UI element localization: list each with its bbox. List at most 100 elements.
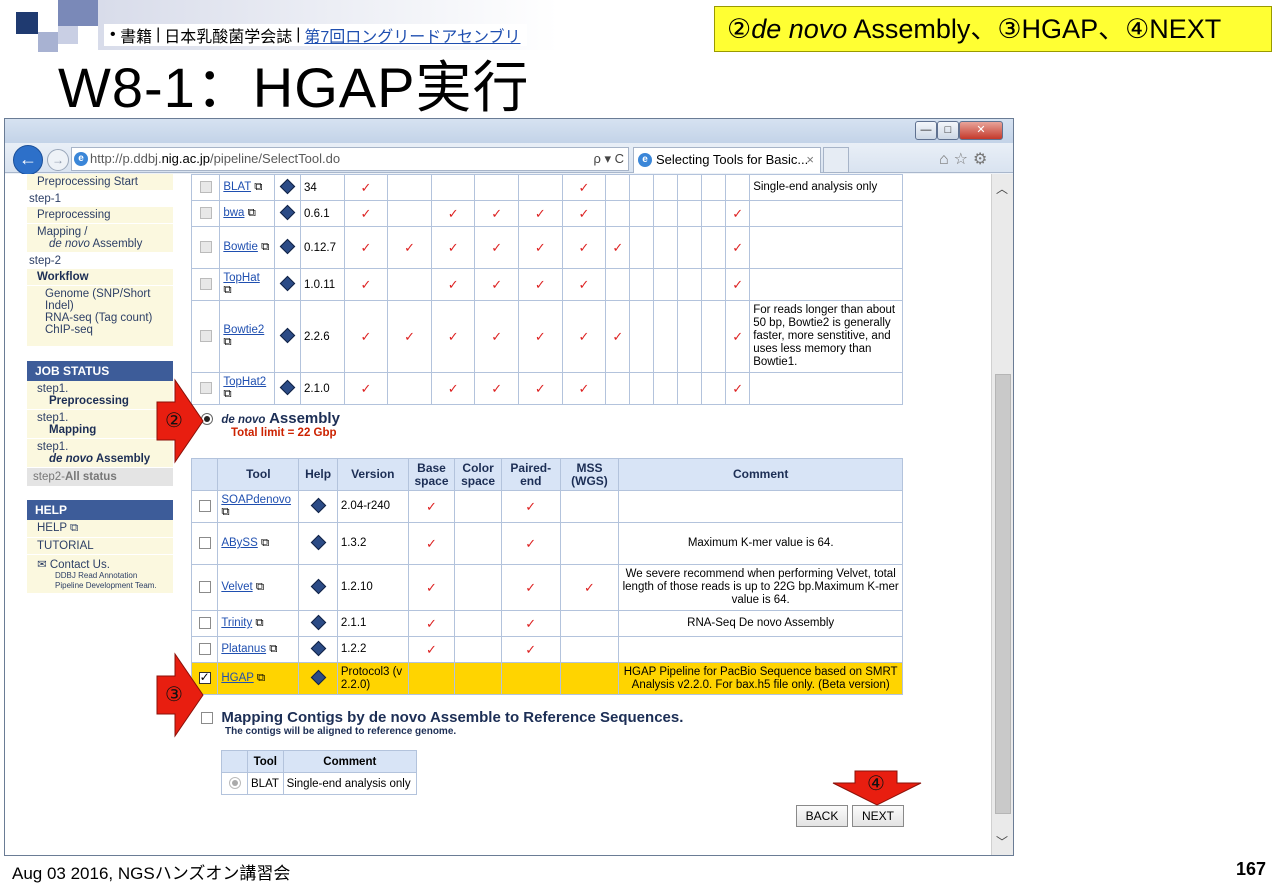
- tool-link[interactable]: BLAT: [223, 181, 251, 193]
- contact-link[interactable]: ✉ Contact Us. DDBJ Read Annotation Pipel…: [27, 555, 173, 594]
- col-header: Comment: [282, 750, 418, 773]
- tool-link[interactable]: HGAP: [221, 672, 253, 684]
- help-icon[interactable]: [310, 669, 326, 685]
- tool-link[interactable]: SOAPdenovo: [221, 494, 291, 506]
- sidebar-item-workflow: Workflow: [27, 269, 173, 286]
- col-header: Base space: [407, 458, 456, 491]
- sidebar-item-genome[interactable]: Genome (SNP/Short Indel): [45, 288, 167, 312]
- job-status-preprocessing[interactable]: step1. Preprocessing: [27, 381, 173, 410]
- tool-checkbox[interactable]: [199, 207, 212, 220]
- help-icon[interactable]: [310, 497, 326, 513]
- tick-cell: ✓: [500, 522, 561, 565]
- tool-checkbox[interactable]: [198, 537, 211, 550]
- tool-comment: [749, 226, 903, 269]
- source-link[interactable]: 第7回ロングリードアセンブリ: [304, 23, 520, 47]
- scroll-up-icon[interactable]: ︿: [996, 180, 1008, 197]
- tick-cell: ✓: [518, 372, 563, 405]
- tick-cell: ✓: [430, 268, 476, 301]
- sidebar-item-mapping[interactable]: Mapping / de novo Assembly: [27, 224, 173, 253]
- tool-checkbox[interactable]: [198, 617, 211, 630]
- tick-cell: [518, 174, 563, 201]
- scroll-down-icon[interactable]: ﹀: [996, 833, 1008, 850]
- tick-cell: ✓: [561, 200, 607, 227]
- help-icon[interactable]: [279, 275, 296, 291]
- external-link-icon: ⧉: [261, 241, 270, 253]
- table-row: TopHat ⧉ 1.0.11 ✓ ✓ ✓ ✓ ✓ ✓: [190, 268, 903, 301]
- tool-link[interactable]: Bowtie2: [223, 324, 264, 336]
- external-link-icon: ⧉: [255, 617, 264, 629]
- help-icon[interactable]: [310, 578, 326, 594]
- tool-link[interactable]: Trinity: [221, 617, 252, 629]
- sidebar-step-label: step-1: [27, 191, 173, 207]
- tool-link[interactable]: Bowtie: [223, 241, 258, 253]
- maximize-button[interactable]: □: [937, 121, 959, 140]
- external-link-icon: ⧉: [256, 672, 266, 684]
- tool-checkbox[interactable]: [199, 330, 212, 343]
- tab-close-icon[interactable]: ×: [806, 148, 814, 172]
- col-header: Paired-end: [500, 458, 561, 491]
- tick-cell: ✓: [430, 226, 476, 269]
- table-row: TopHat2 ⧉ 2.1.0 ✓ ✓ ✓ ✓ ✓ ✓: [190, 372, 903, 405]
- close-button[interactable]: ✕: [959, 121, 1003, 140]
- tool-checkbox[interactable]: [199, 241, 212, 254]
- back-button[interactable]: BACK: [796, 805, 848, 827]
- help-icon[interactable]: [279, 238, 296, 254]
- tick-cell: ✓: [430, 300, 476, 373]
- tool-checkbox[interactable]: [198, 500, 211, 513]
- home-star-gear-icons[interactable]: ⌂☆⚙: [939, 149, 992, 169]
- tool-link[interactable]: TopHat2: [223, 376, 266, 388]
- help-icon[interactable]: [310, 534, 326, 550]
- vertical-scrollbar[interactable]: ︿ ﹀: [991, 174, 1013, 855]
- help-icon[interactable]: [279, 327, 296, 343]
- tick-cell: ✓: [559, 564, 620, 611]
- tick-cell: [701, 268, 727, 301]
- new-tab-button[interactable]: [823, 147, 849, 173]
- tab-title: Selecting Tools for Basic...: [656, 152, 809, 167]
- tool-link[interactable]: Platanus: [221, 643, 266, 655]
- tick-cell: [677, 174, 703, 201]
- back-arrow-icon[interactable]: ←: [13, 145, 43, 175]
- blat-radio[interactable]: [228, 777, 241, 790]
- annotation-label-4: ④: [867, 773, 885, 795]
- help-icon[interactable]: [279, 379, 296, 395]
- help-icon[interactable]: [279, 204, 296, 220]
- tick-cell: [653, 200, 679, 227]
- tool-checkbox[interactable]: [199, 278, 212, 291]
- tool-link[interactable]: Velvet: [221, 581, 252, 593]
- sidebar-item-rnaseq[interactable]: RNA-seq (Tag count): [45, 312, 167, 324]
- sidebar-item-preprocessing-start[interactable]: Preprocessing Start: [27, 174, 173, 191]
- sidebar-item-chipseq[interactable]: ChIP-seq: [45, 324, 167, 344]
- minimize-button[interactable]: —: [915, 121, 937, 140]
- tutorial-link[interactable]: TUTORIAL: [27, 538, 173, 555]
- browser-tab[interactable]: e Selecting Tools for Basic... ×: [633, 147, 821, 173]
- tool-comment: [749, 268, 903, 301]
- forward-arrow-icon[interactable]: →: [47, 149, 69, 171]
- sidebar-item-preprocessing[interactable]: Preprocessing: [27, 207, 173, 224]
- search-refresh-icons[interactable]: ρ ▾ C: [593, 148, 624, 170]
- tool-link[interactable]: TopHat: [223, 272, 259, 284]
- address-bar[interactable]: e http://p.ddbj.nig.ac.jp/pipeline/Selec…: [71, 147, 629, 171]
- tick-cell: [559, 662, 620, 695]
- tick-cell: [605, 268, 631, 301]
- help-icon[interactable]: [279, 178, 296, 194]
- tool-link[interactable]: ABySS: [221, 537, 257, 549]
- scroll-thumb[interactable]: [995, 374, 1011, 814]
- next-button[interactable]: NEXT: [852, 805, 904, 827]
- tool-checkbox[interactable]: [198, 581, 211, 594]
- help-icon[interactable]: [310, 640, 326, 656]
- tick-cell: ✓: [518, 268, 563, 301]
- job-status-mapping[interactable]: step1. Mapping: [27, 410, 173, 439]
- help-link[interactable]: HELP ⧉: [27, 520, 173, 538]
- job-status-all[interactable]: step2-All status: [27, 468, 173, 486]
- tick-cell: [605, 174, 631, 201]
- tool-link[interactable]: bwa: [223, 207, 244, 219]
- step-callout: ②de novo Assembly、③HGAP、④NEXT: [714, 6, 1272, 52]
- tick-cell: [629, 300, 655, 373]
- tick-cell: [677, 372, 703, 405]
- help-icon[interactable]: [310, 614, 326, 630]
- tick-cell: [387, 174, 432, 201]
- job-status-denovo[interactable]: step1. de novo Assembly: [27, 439, 173, 468]
- tool-comment: Maximum K-mer value is 64.: [618, 522, 903, 565]
- tick-cell: [653, 300, 679, 373]
- tool-checkbox[interactable]: [199, 181, 212, 194]
